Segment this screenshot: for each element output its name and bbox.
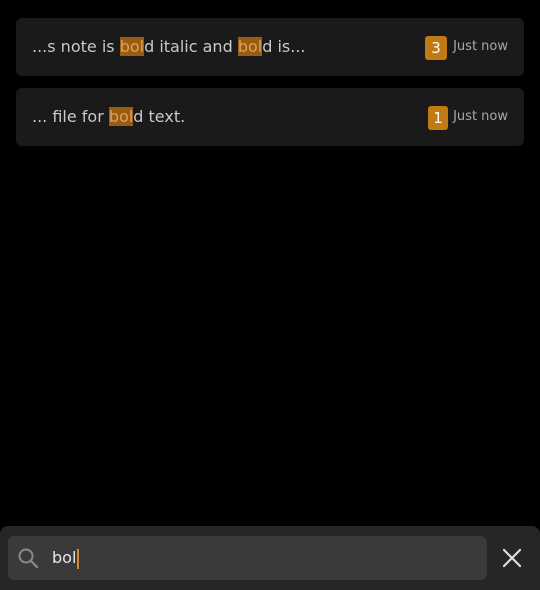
snippet-text: ... file for	[32, 107, 109, 126]
result-timestamp: Just now	[453, 109, 508, 124]
search-result-item[interactable]: ...s note is bold italic and bold is... …	[16, 18, 524, 76]
match-count-badge: 3	[425, 36, 447, 60]
close-icon	[500, 548, 524, 574]
snippet-text: ...s note is	[32, 37, 120, 56]
snippet-match-highlight: bol	[237, 37, 263, 56]
search-field-container[interactable]: bol	[8, 536, 487, 580]
snippet-match-highlight: bol	[108, 107, 134, 126]
result-snippet: ...s note is bold italic and bold is...	[32, 18, 305, 76]
snippet-text: d italic and	[144, 37, 238, 56]
search-result-item[interactable]: ... file for bold text. 1 Just now	[16, 88, 524, 146]
snippet-text: d text.	[133, 107, 186, 126]
search-icon	[18, 548, 39, 569]
search-results-list: ...s note is bold italic and bold is... …	[16, 18, 524, 158]
snippet-text: d is...	[262, 37, 306, 56]
close-search-button[interactable]	[500, 546, 524, 570]
search-query-text: bol	[52, 548, 77, 567]
snippet-match-highlight: bol	[119, 37, 145, 56]
text-caret	[77, 548, 80, 569]
match-count-badge: 1	[428, 106, 448, 130]
search-bar-panel: bol	[0, 526, 540, 590]
result-timestamp: Just now	[453, 39, 508, 54]
search-input[interactable]: bol	[52, 536, 472, 580]
result-snippet: ... file for bold text.	[32, 88, 185, 146]
